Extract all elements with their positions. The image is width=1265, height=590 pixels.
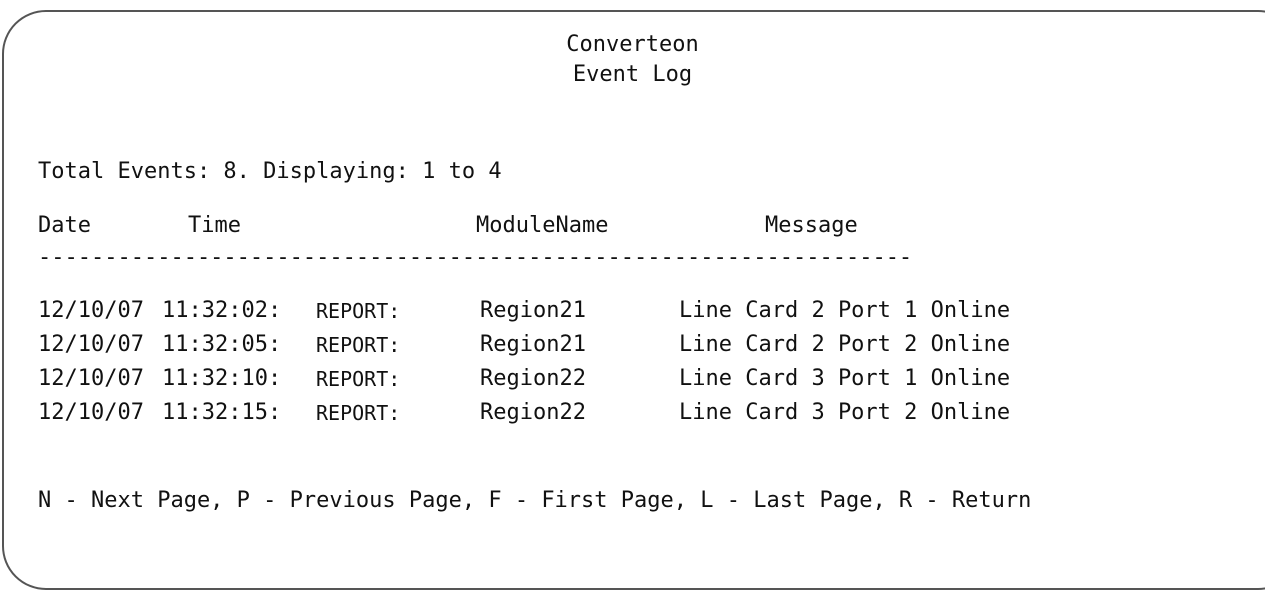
table-row: 12/10/07 11:32:02: REPORT: Region21 Line… <box>38 298 1158 332</box>
event-level: REPORT: <box>316 299 401 323</box>
column-header-time: Time <box>188 213 241 238</box>
table-row: 12/10/07 11:32:15: REPORT: Region22 Line… <box>38 400 1158 434</box>
table-row: 12/10/07 11:32:10: REPORT: Region22 Line… <box>38 366 1158 400</box>
column-header-message: Message <box>765 213 858 238</box>
event-module: Region22 <box>480 366 586 391</box>
column-header-module: ModuleName <box>476 213 609 238</box>
event-level: REPORT: <box>316 401 401 425</box>
event-time: 11:32:10: <box>162 366 282 391</box>
event-message: Line Card 2 Port 1 Online <box>679 298 1011 323</box>
page-title: Event Log <box>572 62 693 87</box>
event-module: Region22 <box>480 400 586 425</box>
event-date: 12/10/07 <box>38 400 144 425</box>
event-time: 11:32:02: <box>162 298 282 323</box>
event-message: Line Card 2 Port 2 Online <box>679 332 1011 357</box>
event-date: 12/10/07 <box>38 298 144 323</box>
event-date: 12/10/07 <box>38 332 144 357</box>
event-message: Line Card 3 Port 2 Online <box>679 400 1011 425</box>
event-date: 12/10/07 <box>38 366 144 391</box>
event-message: Line Card 3 Port 1 Online <box>679 366 1011 391</box>
table-row: 12/10/07 11:32:05: REPORT: Region21 Line… <box>38 332 1158 366</box>
product-name: Converteon <box>566 32 699 57</box>
column-header-date: Date <box>38 213 91 238</box>
event-module: Region21 <box>480 332 586 357</box>
event-time: 11:32:05: <box>162 332 282 357</box>
header-separator: ----------------------------------------… <box>38 245 913 270</box>
event-module: Region21 <box>480 298 586 323</box>
navigation-commands[interactable]: N - Next Page, P - Previous Page, F - Fi… <box>38 488 1031 514</box>
event-time: 11:32:15: <box>162 400 282 425</box>
event-summary: Total Events: 8. Displaying: 1 to 4 <box>38 159 502 184</box>
event-level: REPORT: <box>316 333 401 357</box>
event-level: REPORT: <box>316 367 401 391</box>
